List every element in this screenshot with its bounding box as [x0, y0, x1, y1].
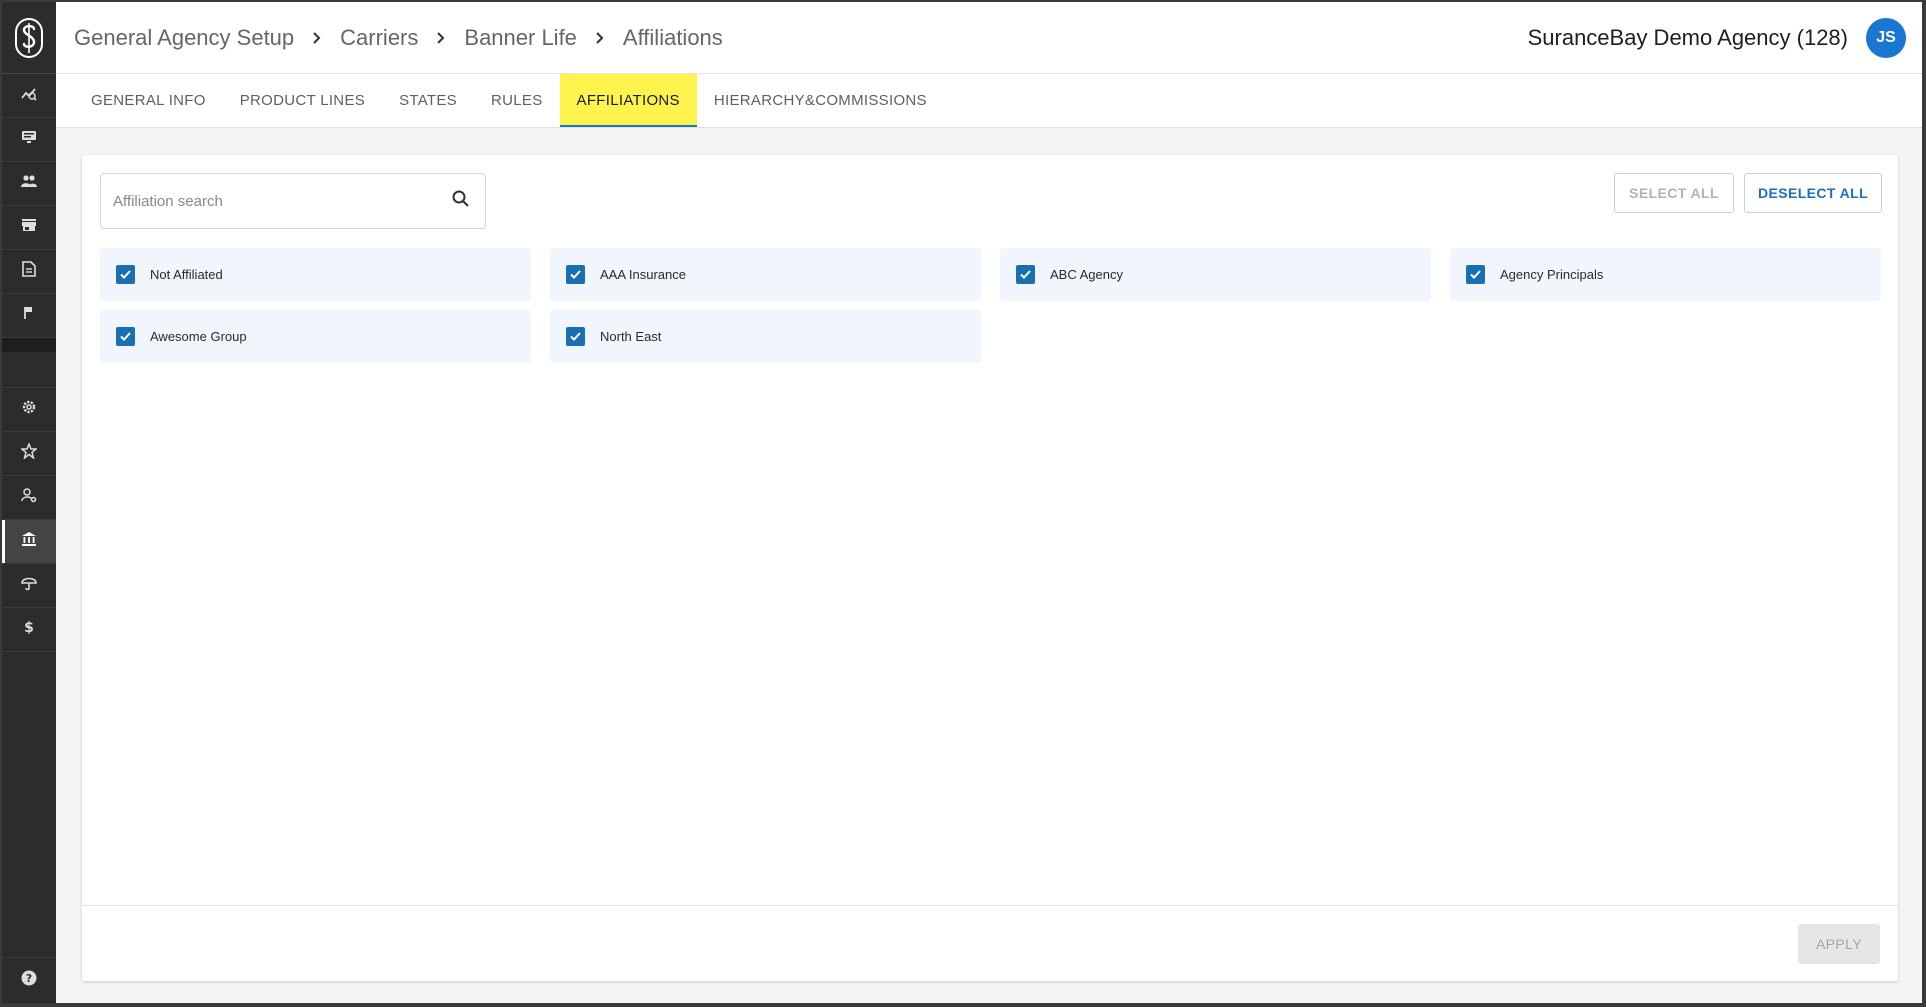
user-settings-icon [21, 487, 37, 508]
sidebar-item-insurance[interactable] [2, 564, 56, 608]
dollar-icon: $ [23, 619, 35, 640]
affiliation-search-input[interactable] [113, 192, 451, 210]
deselect-all-button[interactable]: DESELECT ALL [1744, 173, 1882, 213]
breadcrumb-carriers[interactable]: Carriers [340, 25, 418, 51]
bank-icon [21, 531, 37, 552]
tab-bar: GENERAL INFO PRODUCT LINES STATES RULES … [56, 74, 1922, 128]
help-button[interactable]: ? [2, 957, 56, 1003]
tab-product-lines[interactable]: PRODUCT LINES [223, 74, 382, 127]
people-icon [21, 174, 37, 193]
select-all-button[interactable]: SELECT ALL [1614, 173, 1734, 213]
monitor-icon [21, 129, 37, 150]
sidebar-top-group [2, 74, 56, 338]
sidebar-item-analytics[interactable] [2, 74, 56, 118]
badge-icon [20, 441, 38, 464]
document-icon [22, 261, 36, 282]
affiliation-label: AAA Insurance [600, 267, 686, 282]
sidebar-item-people[interactable] [2, 162, 56, 206]
affiliation-search-box [100, 173, 486, 229]
apply-button[interactable]: APPLY [1798, 924, 1880, 964]
store-icon [21, 218, 37, 237]
checkbox-checked-icon[interactable] [116, 265, 135, 284]
umbrella-icon [21, 575, 37, 596]
analytics-icon [21, 85, 37, 106]
avatar[interactable]: JS [1866, 17, 1906, 58]
gear-icon [21, 399, 37, 420]
app-window: $ ? General Agency Setup Carriers Banner… [2, 2, 1922, 1003]
breadcrumb-banner-life[interactable]: Banner Life [464, 25, 577, 51]
affiliation-item-aaa-insurance[interactable]: AAA Insurance [550, 248, 981, 301]
breadcrumb-general-agency-setup[interactable]: General Agency Setup [74, 25, 294, 51]
affiliation-label: North East [600, 329, 662, 344]
sidebar-spacer [2, 352, 56, 388]
chevron-right-icon [595, 31, 605, 45]
checkbox-checked-icon[interactable] [1466, 265, 1485, 284]
affiliations-card: SELECT ALL DESELECT ALL Not Affiliated A… [82, 155, 1898, 981]
checkbox-checked-icon[interactable] [566, 327, 585, 346]
affiliation-item-awesome-group[interactable]: Awesome Group [100, 310, 531, 363]
header: General Agency Setup Carriers Banner Lif… [56, 2, 1922, 74]
chevron-right-icon [436, 31, 446, 45]
checkbox-checked-icon[interactable] [566, 265, 585, 284]
breadcrumb-affiliations: Affiliations [622, 24, 723, 50]
affiliation-label: Agency Principals [1500, 267, 1604, 282]
affiliation-label: ABC Agency [1050, 267, 1123, 282]
affiliation-list: Not Affiliated AAA Insurance ABC Agency … [100, 248, 1882, 363]
tab-rules[interactable]: RULES [474, 74, 560, 127]
chevron-right-icon [312, 31, 322, 45]
sidebar-item-user-settings[interactable] [2, 476, 56, 520]
tab-affiliations[interactable]: AFFILIATIONS [559, 74, 698, 127]
sidebar-item-carriers[interactable] [2, 520, 56, 564]
breadcrumb: General Agency Setup Carriers Banner Lif… [74, 25, 723, 51]
tab-hierarchy-commissions[interactable]: HIERARCHY&COMMISSIONS [697, 74, 944, 127]
sidebar-item-commissions[interactable]: $ [2, 608, 56, 652]
sidebar-item-badge[interactable] [2, 432, 56, 476]
affiliation-label: Not Affiliated [150, 267, 223, 282]
svg-text:?: ? [26, 972, 32, 985]
tab-states[interactable]: STATES [382, 74, 474, 127]
sidebar-item-settings[interactable] [2, 388, 56, 432]
sidebar-separator [2, 338, 56, 352]
help-icon: ? [21, 970, 37, 991]
sidebar-item-monitor[interactable] [2, 118, 56, 162]
agency-name[interactable]: SuranceBay Demo Agency (128) [1528, 25, 1848, 51]
surancebay-logo-icon[interactable] [2, 2, 56, 74]
affiliation-item-north-east[interactable]: North East [550, 310, 981, 363]
card-footer: APPLY [82, 905, 1898, 981]
affiliation-item-abc-agency[interactable]: ABC Agency [1000, 248, 1431, 301]
sidebar-bottom-group: $ [2, 388, 56, 652]
checkbox-checked-icon[interactable] [1016, 265, 1035, 284]
sidebar-item-store[interactable] [2, 206, 56, 250]
affiliation-label: Awesome Group [150, 329, 247, 344]
search-icon[interactable] [451, 189, 471, 214]
sidebar: $ ? [2, 2, 56, 1003]
affiliation-item-not-affiliated[interactable]: Not Affiliated [100, 248, 531, 301]
checkbox-checked-icon[interactable] [116, 327, 135, 346]
flag-icon [23, 306, 35, 325]
affiliation-item-agency-principals[interactable]: Agency Principals [1450, 248, 1881, 301]
header-right: SuranceBay Demo Agency (128) JS [1528, 17, 1906, 58]
sidebar-item-flag[interactable] [2, 294, 56, 338]
sidebar-item-documents[interactable] [2, 250, 56, 294]
svg-text:$: $ [24, 620, 34, 635]
tab-general-info[interactable]: GENERAL INFO [74, 74, 223, 127]
